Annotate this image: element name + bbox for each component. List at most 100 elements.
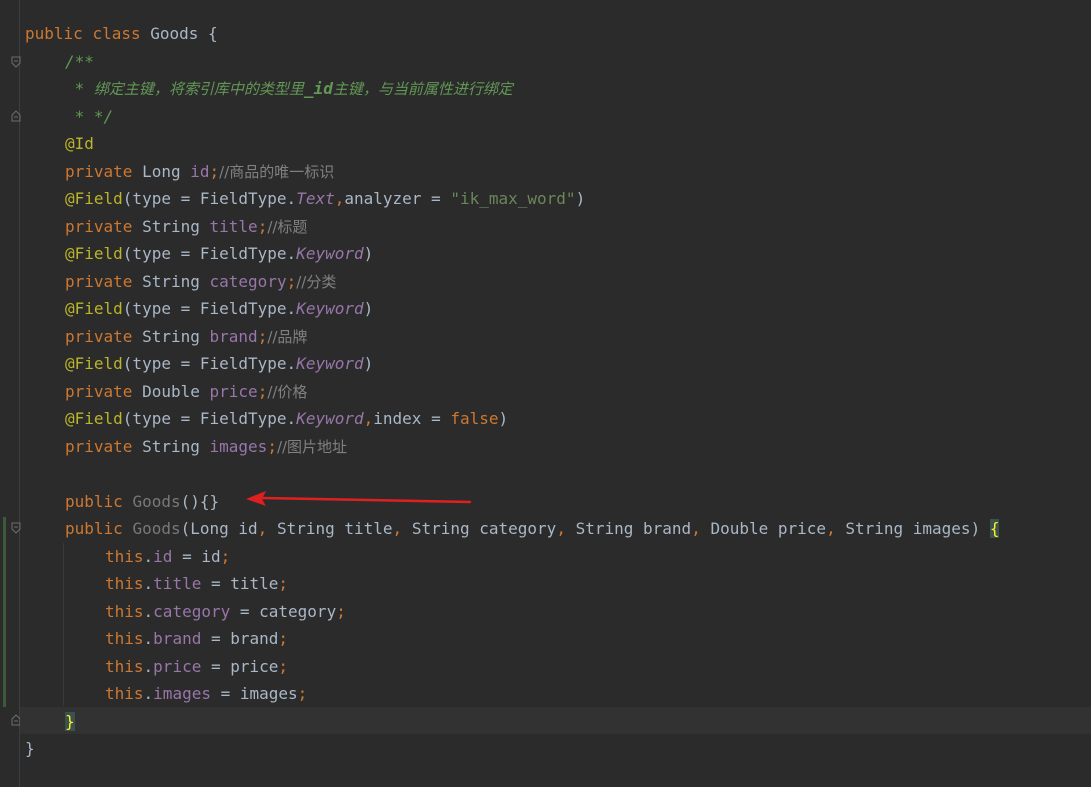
line-comment: //价格 xyxy=(267,382,308,401)
keyword: public xyxy=(65,519,123,538)
field-name: price xyxy=(153,656,202,676)
annotation: @Field xyxy=(65,244,123,263)
doc-comment-id: _id xyxy=(303,79,333,98)
code-text: (Long id xyxy=(180,519,258,538)
keyword: this xyxy=(105,684,144,703)
annotation: @Field xyxy=(65,409,123,428)
brace: } xyxy=(25,739,35,758)
code-line: public class Goods { xyxy=(25,20,999,48)
code-text: = price xyxy=(201,656,279,676)
line-comment: //品牌 xyxy=(267,327,308,346)
fold-marker-icon[interactable] xyxy=(11,110,21,122)
brace: { xyxy=(198,24,218,43)
keyword: private xyxy=(65,271,133,291)
code-line: private Long id;//商品的唯一标识 xyxy=(65,161,335,181)
red-arrow-icon xyxy=(246,491,472,506)
code-text: (){} xyxy=(180,491,220,511)
code-text: = images xyxy=(210,684,298,703)
enum-constant: Keyword xyxy=(296,409,364,428)
keyword: class xyxy=(92,24,141,43)
code-line: /** xyxy=(25,48,999,76)
code-line: private String category;//分类 xyxy=(65,271,337,291)
type: Long xyxy=(142,161,181,181)
code-line: @Field(type = FieldType.Keyword) xyxy=(65,299,374,318)
enum-constant: Text xyxy=(296,189,335,208)
code-line: } xyxy=(25,735,999,763)
keyword: private xyxy=(65,216,133,236)
enum-constant: Keyword xyxy=(296,354,364,373)
code-text: (type = FieldType. xyxy=(122,299,297,318)
type: String xyxy=(142,436,200,456)
annotation: @Id xyxy=(65,134,94,153)
code-line: this.brand = brand; xyxy=(105,629,289,648)
code-text: Double price xyxy=(700,519,827,538)
field-name: brand xyxy=(153,629,202,648)
code-line: @Field(type = FieldType.Keyword,index = … xyxy=(65,409,509,428)
code-line: this.category = category; xyxy=(105,601,346,621)
matched-brace: { xyxy=(989,519,1000,538)
code-line: private String title;//标题 xyxy=(65,216,308,236)
line-comment: //商品的唯一标识 xyxy=(219,162,335,181)
keyword: this xyxy=(105,601,144,621)
keyword: false xyxy=(450,409,499,428)
code-text: = category xyxy=(230,601,337,621)
type: String xyxy=(142,216,200,236)
fold-marker-icon[interactable] xyxy=(11,522,21,534)
code-text: String brand xyxy=(565,519,692,538)
field-name: images xyxy=(209,436,268,456)
type: String xyxy=(142,271,200,291)
doc-comment: /** xyxy=(65,51,94,71)
field-name: title xyxy=(153,574,202,593)
keyword: this xyxy=(105,656,144,676)
keyword: private xyxy=(65,436,133,456)
field-name: price xyxy=(209,381,258,401)
field-name: id xyxy=(153,546,173,566)
keyword: public xyxy=(65,491,123,511)
code-text: = id xyxy=(172,546,221,566)
string-literal: "ik_max_word" xyxy=(450,189,576,208)
code-text: String title xyxy=(267,519,393,538)
code-line: public Goods(){} xyxy=(25,488,999,516)
vcs-change-bar xyxy=(3,517,6,707)
code-line: this.title = title; xyxy=(105,574,289,593)
fold-marker-icon[interactable] xyxy=(11,56,21,68)
code-editor[interactable]: public class Goods { /** * 绑定主键，将索引库中的类型… xyxy=(0,0,1091,787)
code-line: } xyxy=(25,708,999,736)
code-line: @Id xyxy=(25,130,999,158)
annotation: @Field xyxy=(65,189,123,208)
doc-comment-text: 主键，与当前属性进行绑定 xyxy=(332,80,513,98)
keyword: this xyxy=(105,574,144,593)
code-text: (type = FieldType. xyxy=(122,189,297,208)
code-text: (type = FieldType. xyxy=(122,244,297,263)
code-line: this.price = price; xyxy=(105,656,289,676)
code-text: String category xyxy=(402,519,557,538)
type: Double xyxy=(142,381,200,401)
field-name: images xyxy=(153,684,211,703)
matched-brace: } xyxy=(65,711,75,731)
field-name: id xyxy=(190,161,210,181)
code-line: public Goods(Long id, String title, Stri… xyxy=(65,519,1000,538)
keyword: this xyxy=(105,629,144,648)
code-text: analyzer = xyxy=(344,189,451,208)
enum-constant: Keyword xyxy=(296,299,364,318)
annotation: @Field xyxy=(65,299,123,318)
constructor-name: Goods xyxy=(132,491,181,511)
code-line: @Field(type = FieldType.Keyword) xyxy=(65,244,374,263)
keyword: public xyxy=(25,24,83,43)
code-content[interactable]: public class Goods { /** * 绑定主键，将索引库中的类型… xyxy=(25,20,1000,763)
field-name: title xyxy=(209,216,258,236)
code-line: * */ xyxy=(25,103,999,131)
field-name: category xyxy=(209,271,287,291)
doc-comment: * xyxy=(65,79,94,98)
code-text: = title xyxy=(201,574,279,593)
keyword: this xyxy=(105,546,144,566)
class-name: Goods xyxy=(150,24,199,43)
code-text: (type = FieldType. xyxy=(122,354,297,373)
keyword: private xyxy=(65,161,133,181)
type: String xyxy=(142,326,200,346)
code-line: @Field(type = FieldType.Keyword) xyxy=(65,354,374,373)
code-line: * 绑定主键，将索引库中的类型里_id主键，与当前属性进行绑定 xyxy=(25,75,999,103)
line-comment: //图片地址 xyxy=(276,437,348,456)
line-comment: //分类 xyxy=(296,272,337,291)
